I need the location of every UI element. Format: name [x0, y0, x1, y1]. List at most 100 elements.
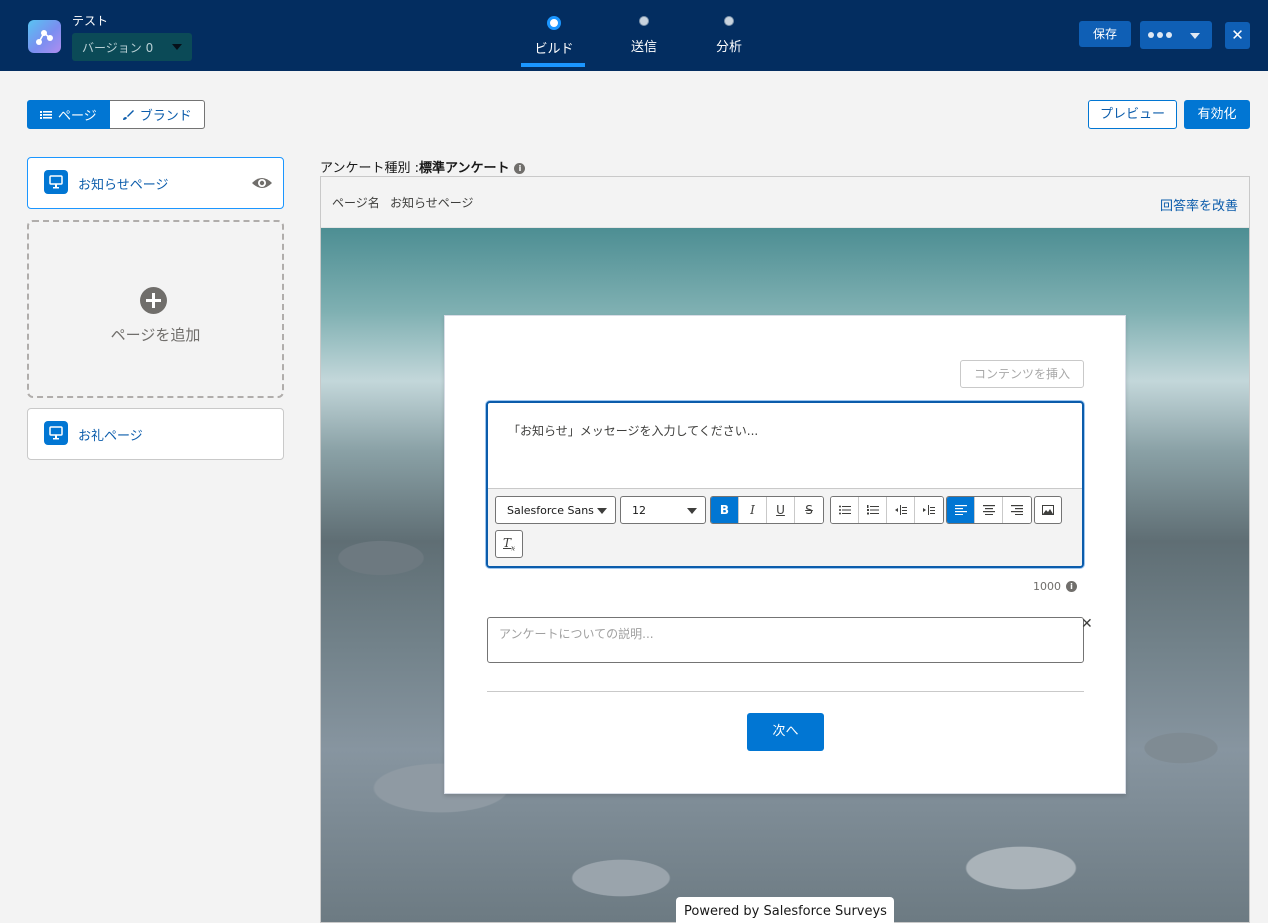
- step-indicator-icon: [547, 16, 561, 30]
- clear-format-icon: Tx: [503, 535, 515, 553]
- step-build-label: ビルド: [534, 42, 574, 57]
- list-icon: [40, 110, 52, 119]
- insert-content-button[interactable]: コンテンツを挿入: [960, 360, 1084, 388]
- survey-card: コンテンツを挿入 「お知らせ」メッセージを入力してください... Salesfo…: [444, 315, 1126, 794]
- indent-icon: [923, 505, 935, 515]
- desktop-icon: [44, 170, 68, 194]
- powered-by-badge: Powered by Salesforce Surveys: [676, 897, 894, 923]
- strikethrough-icon: S: [805, 503, 813, 517]
- align-left-icon: [954, 505, 967, 515]
- font-size-value: 12: [632, 504, 646, 517]
- description-field[interactable]: アンケートについての説明...: [487, 617, 1084, 663]
- bold-button[interactable]: B: [711, 497, 739, 523]
- font-family-select[interactable]: Salesforce Sans: [495, 496, 616, 524]
- save-button[interactable]: 保存: [1079, 21, 1131, 47]
- view-toggle: ページ ブランド: [27, 100, 205, 129]
- welcome-message-editor[interactable]: 「お知らせ」メッセージを入力してください... Salesforce Sans …: [486, 401, 1084, 568]
- align-right-button[interactable]: [1003, 497, 1031, 523]
- underline-button[interactable]: U: [767, 497, 795, 523]
- top-bar: テスト バージョン 0 ビルド 送信 分析 保存 ✕: [0, 0, 1268, 71]
- tab-brand-label: ブランド: [139, 109, 192, 124]
- divider: [487, 691, 1084, 692]
- close-icon[interactable]: ✕: [1081, 616, 1093, 632]
- outdent-icon: [894, 505, 907, 515]
- activate-button[interactable]: 有効化: [1184, 100, 1250, 129]
- bold-icon: B: [719, 503, 730, 517]
- info-icon[interactable]: i: [514, 163, 526, 174]
- step-indicator-icon: [724, 16, 734, 26]
- desktop-icon: [44, 421, 68, 445]
- text-format-group: B I U S: [710, 496, 824, 524]
- page-name-label: ページ名: [332, 196, 380, 210]
- version-select[interactable]: バージョン 0: [72, 33, 192, 61]
- outdent-button[interactable]: [887, 497, 915, 523]
- insert-image-button[interactable]: [1034, 496, 1062, 524]
- align-right-icon: [1011, 505, 1023, 515]
- welcome-message-placeholder: 「お知らせ」メッセージを入力してください...: [508, 424, 759, 438]
- align-center-button[interactable]: [975, 497, 1003, 523]
- step-send[interactable]: 送信: [604, 16, 684, 55]
- active-step-underline: [521, 63, 585, 67]
- description-placeholder: アンケートについての説明...: [499, 627, 654, 641]
- character-limit: 1000 i: [1033, 580, 1077, 593]
- tab-pages-label: ページ: [58, 109, 97, 124]
- close-icon: ✕: [1231, 26, 1244, 44]
- survey-type: アンケート種別 : 標準アンケート i: [320, 157, 526, 176]
- brush-icon: [122, 109, 134, 120]
- clear-formatting-button[interactable]: Tx: [495, 530, 523, 558]
- close-button[interactable]: ✕: [1225, 22, 1250, 49]
- chevron-down-icon: [172, 44, 182, 50]
- underline-icon: U: [776, 503, 785, 517]
- version-select-value: バージョン 0: [82, 41, 154, 55]
- font-size-select[interactable]: 12: [620, 496, 706, 524]
- tab-brand[interactable]: ブランド: [109, 100, 205, 129]
- survey-type-value: 標準アンケート: [419, 161, 510, 176]
- bullet-list-button[interactable]: [831, 497, 859, 523]
- sidebar-page-label: お礼ページ: [78, 429, 143, 444]
- step-indicator-icon: [639, 16, 649, 26]
- improve-response-link[interactable]: 回答率を改善: [1160, 195, 1238, 214]
- chevron-down-icon: [1190, 33, 1200, 39]
- more-dots-icon: [1148, 32, 1172, 38]
- chevron-down-icon: [687, 508, 697, 514]
- add-icon: [140, 287, 167, 314]
- chevron-down-icon: [597, 508, 607, 514]
- indent-button[interactable]: [915, 497, 943, 523]
- powered-by-prefix: Powered by: [684, 904, 764, 919]
- step-send-label: 送信: [630, 40, 657, 55]
- numbered-list-button[interactable]: [859, 497, 887, 523]
- add-page-button[interactable]: ページを追加: [27, 220, 284, 398]
- survey-app-icon: [28, 20, 61, 53]
- image-icon: [1042, 505, 1054, 515]
- powered-by-brand: Salesforce Surveys: [763, 904, 887, 919]
- sidebar-page-thankyou[interactable]: お礼ページ: [27, 408, 284, 460]
- list-format-group: [830, 496, 944, 524]
- preview-button[interactable]: プレビュー: [1088, 100, 1177, 129]
- align-center-icon: [982, 505, 995, 515]
- add-page-label: ページを追加: [110, 326, 201, 344]
- italic-button[interactable]: I: [739, 497, 767, 523]
- character-limit-value: 1000: [1033, 580, 1061, 593]
- bullet-list-icon: [838, 505, 851, 515]
- tab-pages[interactable]: ページ: [27, 100, 110, 129]
- numbered-list-icon: [866, 505, 879, 515]
- sidebar-page-welcome[interactable]: お知らせページ: [27, 157, 284, 209]
- align-left-button[interactable]: [947, 497, 975, 523]
- info-icon[interactable]: i: [1066, 581, 1077, 592]
- survey-title: テスト: [72, 14, 109, 28]
- italic-icon: I: [750, 503, 755, 517]
- step-analyze[interactable]: 分析: [689, 16, 769, 55]
- next-button[interactable]: 次へ: [747, 713, 824, 751]
- strikethrough-button[interactable]: S: [795, 497, 823, 523]
- sidebar-page-label: お知らせページ: [78, 178, 169, 193]
- rich-text-toolbar: Salesforce Sans 12 B I U S Tx: [488, 488, 1082, 566]
- survey-type-label: アンケート種別 :: [320, 161, 419, 176]
- eye-icon[interactable]: [251, 175, 273, 191]
- page-name-value[interactable]: お知らせページ: [390, 194, 474, 211]
- align-group: [946, 496, 1032, 524]
- network-icon: [36, 30, 53, 45]
- step-build[interactable]: ビルド: [514, 16, 594, 57]
- font-family-value: Salesforce Sans: [507, 504, 594, 517]
- more-actions-button[interactable]: [1140, 21, 1212, 49]
- step-analyze-label: 分析: [715, 40, 742, 55]
